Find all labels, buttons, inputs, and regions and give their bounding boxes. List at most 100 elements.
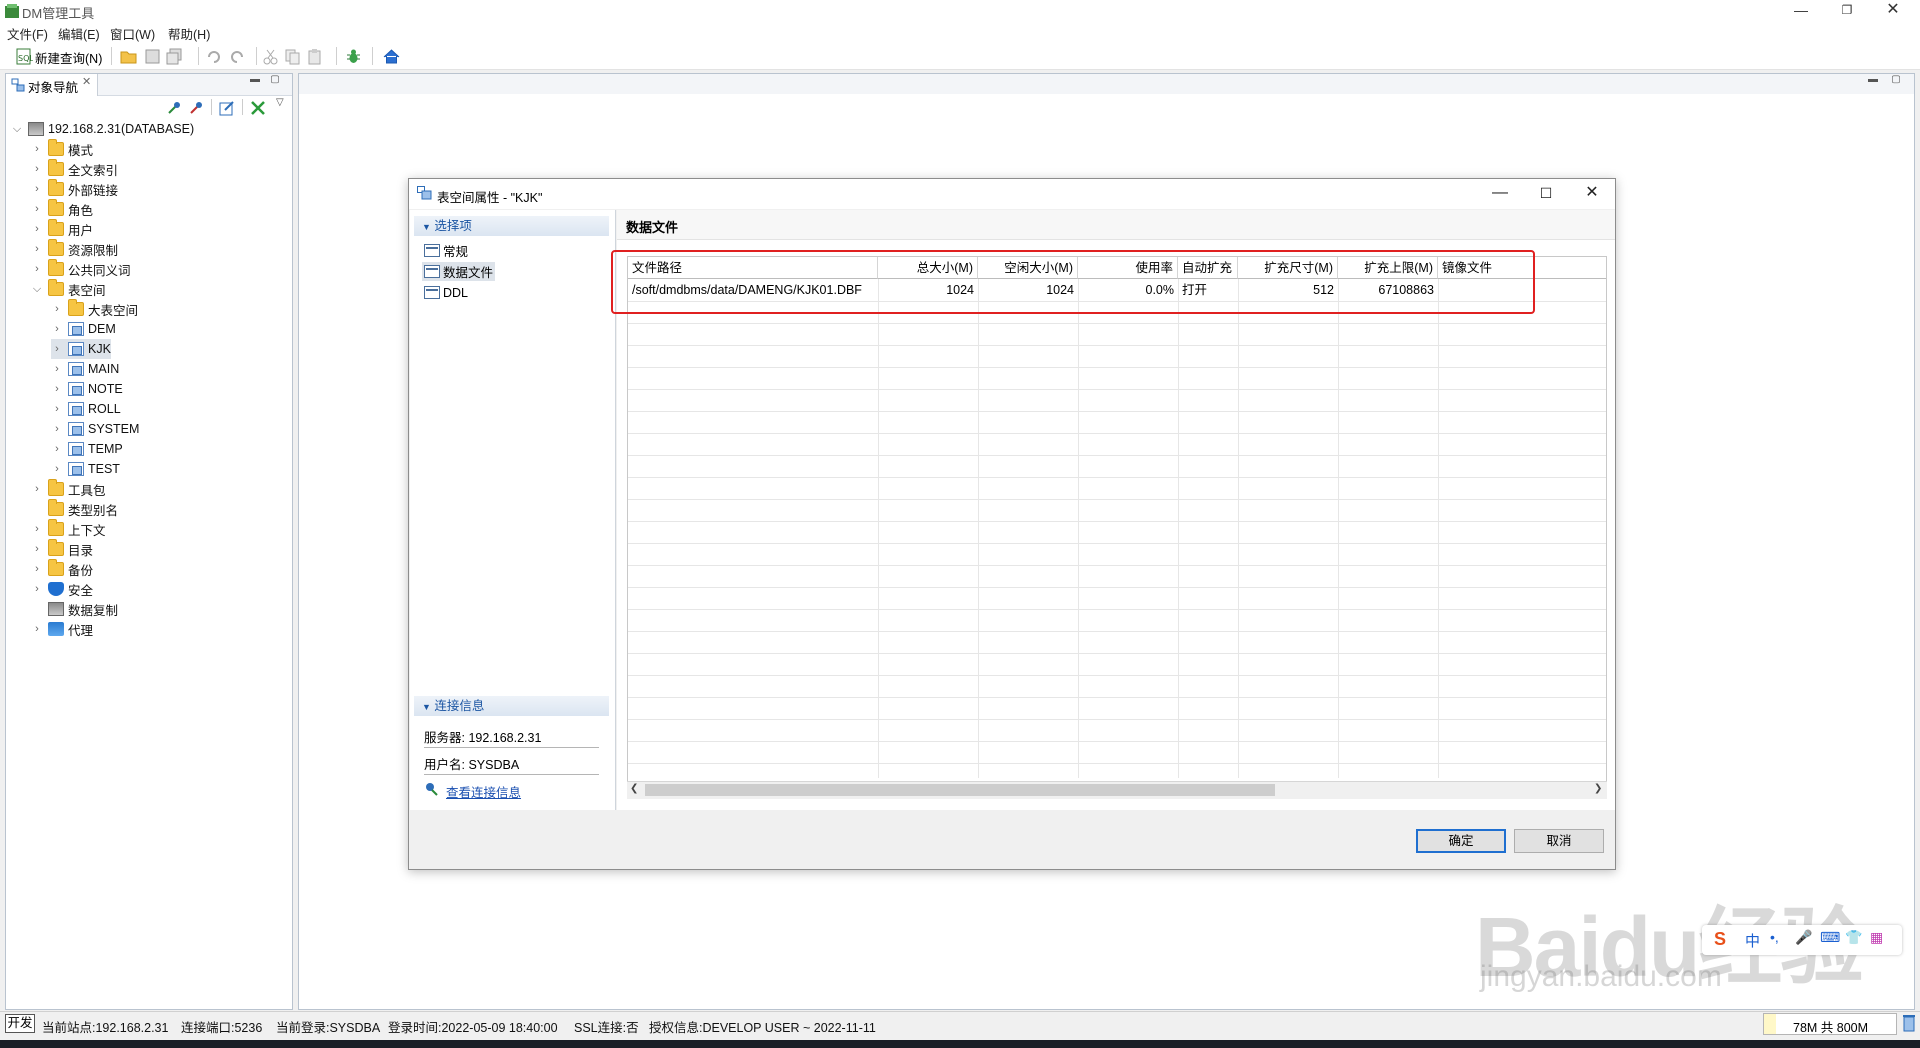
chevron-right-icon[interactable]: › [31,163,43,175]
tree-item[interactable]: › MAIN [51,359,119,379]
scroll-right-icon[interactable]: ❯ [1594,783,1602,794]
chevron-right-icon[interactable]: › [31,483,43,495]
editor-minimize-icon[interactable]: ▬ [1866,74,1880,86]
tree-item[interactable]: › TEMP [51,439,123,459]
disconnect-icon[interactable] [188,100,204,116]
redo-icon[interactable] [228,48,245,65]
chevron-right-icon[interactable]: › [31,623,43,635]
chevron-right-icon[interactable]: › [31,143,43,155]
refresh-icon[interactable] [250,100,266,116]
skin-icon[interactable]: 👕 [1845,929,1862,946]
chevron-right-icon[interactable]: › [31,523,43,535]
restore-button[interactable]: ❐ [1824,0,1870,22]
keyboard-icon[interactable]: ⌨ [1820,929,1840,946]
dialog-maximize-button[interactable]: ☐ [1526,183,1566,205]
minimize-panel-icon[interactable]: ▬ [248,74,262,86]
tree-item[interactable]: › 工具包 [31,479,106,499]
chevron-right-icon[interactable]: › [31,183,43,195]
chevron-right-icon[interactable]: › [31,243,43,255]
chevron-right-icon[interactable]: › [31,223,43,235]
toolbox-icon[interactable]: ▦ [1870,929,1883,946]
menu-edit[interactable]: 编辑(E) [58,24,100,43]
option-datafiles[interactable]: 数据文件 [422,262,496,281]
debug-bug-icon[interactable] [345,48,362,65]
chevron-right-icon[interactable]: › [51,403,63,415]
minimize-button[interactable]: — [1778,0,1824,22]
chevron-right-icon[interactable]: › [51,343,63,355]
chevron-right-icon[interactable]: › [51,303,63,315]
chevron-right-icon[interactable]: › [31,563,43,575]
chevron-right-icon[interactable]: › [31,543,43,555]
tree-item[interactable]: › 代理 [31,619,93,639]
chevron-right-icon[interactable]: › [31,263,43,275]
save-all-icon[interactable] [166,48,183,65]
tree-item[interactable]: › 资源限制 [31,239,118,259]
tree-item[interactable]: › 公共同义词 [31,259,131,279]
tree-item[interactable]: › 用户 [31,219,93,239]
close-tab-icon[interactable]: ✕ [82,75,91,88]
dialog-minimize-button[interactable]: — [1480,183,1520,205]
connect-icon[interactable] [166,100,182,116]
close-button[interactable]: ✕ [1870,0,1916,22]
tree-item[interactable]: › 安全 [31,579,93,599]
copy-icon[interactable] [284,48,301,65]
tree-item[interactable]: 类型别名 [31,499,118,519]
ime-language[interactable]: 中 [1745,930,1760,951]
chevron-down-icon[interactable]: ⌵ [31,283,43,296]
collapse-icon[interactable]: ▼ [422,702,431,712]
chevron-right-icon[interactable]: › [51,383,63,395]
option-general[interactable]: 常规 [424,241,468,260]
home-icon[interactable] [383,48,400,65]
tree-item[interactable]: ⌵ 表空间 [31,279,106,299]
scroll-left-icon[interactable]: ❮ [630,783,638,794]
tree-item[interactable]: › NOTE [51,379,123,399]
tree-item[interactable]: 数据复制 [31,599,118,619]
tree-item[interactable]: › 上下文 [31,519,106,539]
chevron-right-icon[interactable]: › [31,203,43,215]
chevron-right-icon[interactable]: › [51,423,63,435]
maximize-panel-icon[interactable]: ▢ [268,74,282,86]
ok-button[interactable]: 确定 [1416,829,1506,853]
tree-item[interactable]: › KJK [51,339,111,359]
punctuation-icon[interactable]: •, [1770,929,1779,945]
tree-item[interactable]: › SYSTEM [51,419,139,439]
editor-maximize-icon[interactable]: ▢ [1889,74,1903,86]
option-ddl[interactable]: DDL [424,283,468,302]
tree-item[interactable]: › 全文索引 [31,159,118,179]
undo-icon[interactable] [206,48,223,65]
tree-item[interactable]: › 大表空间 [51,299,138,319]
paste-icon[interactable] [306,48,323,65]
tree-item[interactable]: › TEST [51,459,120,479]
tree-item[interactable]: › ROLL [51,399,121,419]
tree-item[interactable]: › 外部链接 [31,179,118,199]
new-query-button[interactable]: 新建查询(N) [35,48,102,67]
chevron-right-icon[interactable]: › [51,363,63,375]
chevron-right-icon[interactable]: › [51,463,63,475]
tree-item[interactable]: › 备份 [31,559,93,579]
new-query-icon[interactable]: SQL [16,48,33,65]
tree-item[interactable]: › 目录 [31,539,93,559]
scrollbar-thumb[interactable] [645,784,1275,796]
save-icon[interactable] [144,48,161,65]
cancel-button[interactable]: 取消 [1514,829,1604,853]
chevron-right-icon[interactable]: › [51,443,63,455]
edit-icon[interactable] [219,100,235,116]
view-connection-info-link[interactable]: 查看连接信息 [446,782,521,801]
tree-root[interactable]: ⌵ 192.168.2.31(DATABASE) [11,119,194,139]
sogou-icon[interactable]: S [1714,929,1726,950]
menu-file[interactable]: 文件(F) [7,24,48,43]
garbage-collect-icon[interactable] [1903,1014,1915,1032]
open-folder-icon[interactable] [120,48,137,65]
chevron-right-icon[interactable]: › [51,323,63,335]
mic-icon[interactable]: 🎤 [1795,929,1812,946]
collapse-icon[interactable]: ▼ [422,222,431,232]
cut-icon[interactable] [262,48,279,65]
view-menu-icon[interactable]: ▽ [276,97,284,108]
tree-item[interactable]: › 模式 [31,139,93,159]
menu-help[interactable]: 帮助(H) [168,24,210,43]
tree-item[interactable]: › 角色 [31,199,93,219]
tree-item[interactable]: › DEM [51,319,116,339]
chevron-right-icon[interactable]: › [31,583,43,595]
chevron-down-icon[interactable]: ⌵ [11,123,23,136]
menu-window[interactable]: 窗口(W) [110,24,155,43]
